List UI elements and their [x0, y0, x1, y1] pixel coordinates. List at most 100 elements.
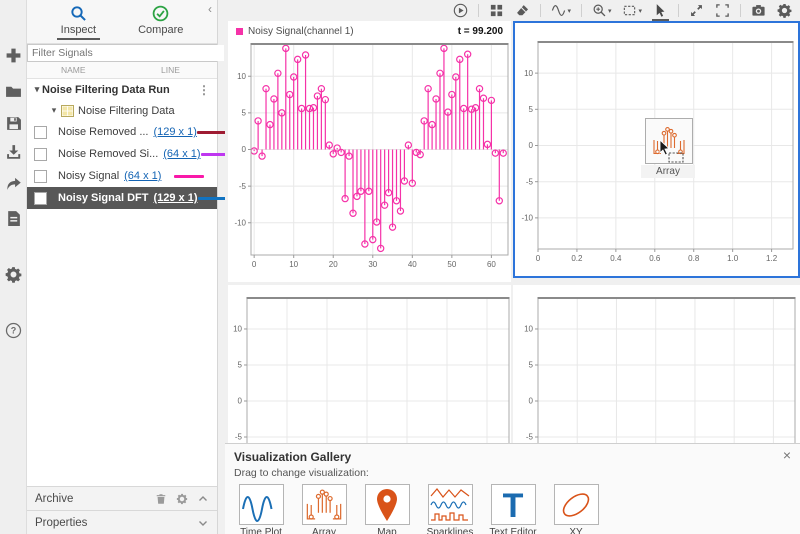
svg-text:0: 0: [529, 141, 534, 150]
filter-signals-input[interactable]: [28, 45, 224, 61]
gear-icon: [5, 266, 21, 283]
gear-icon[interactable]: [176, 493, 188, 505]
fullscreen-button[interactable]: [714, 2, 731, 20]
svg-text:10: 10: [289, 260, 298, 269]
signal-name: Noise Removed Si...: [58, 148, 159, 160]
time-plot-tile[interactable]: [238, 484, 284, 525]
expand-down-icon[interactable]: [197, 517, 209, 529]
cursor-tool-button[interactable]: [652, 3, 669, 21]
signal-dims-link[interactable]: (129 x 1): [153, 126, 196, 138]
gallery-subtitle: Drag to change visualization:: [234, 467, 369, 479]
chevron-down-icon: ▾: [607, 7, 612, 15]
subplot-noisy-signal[interactable]: Noisy Signal(channel 1) t = 99.200 -10 -5…: [228, 21, 511, 282]
expander-icon[interactable]: ▾: [32, 84, 42, 95]
open-button[interactable]: [3, 82, 23, 100]
column-line: LINE: [161, 65, 180, 75]
tab-inspect[interactable]: Inspect: [56, 5, 101, 43]
zoom-button[interactable]: ▾: [591, 2, 613, 20]
toolbar-separator: [580, 4, 582, 17]
svg-text:5: 5: [529, 361, 534, 370]
help-button[interactable]: ?: [3, 321, 23, 339]
svg-text:0: 0: [529, 397, 534, 406]
signal-dims-link[interactable]: (129 x 1): [153, 192, 197, 204]
svg-text:T: T: [503, 487, 524, 523]
expander-icon[interactable]: ▾: [49, 105, 59, 116]
cursor-icon: [656, 4, 665, 17]
collapse-panel-icon[interactable]: ‹: [208, 2, 212, 16]
svg-text:5: 5: [242, 109, 247, 118]
signal-dims-link[interactable]: (64 x 1): [124, 170, 161, 182]
gallery-item-text-editor: T Text Editor: [486, 484, 540, 534]
snapshot-button[interactable]: [750, 2, 767, 20]
column-name: NAME: [61, 65, 86, 75]
sparklines-tile[interactable]: [427, 484, 473, 525]
clear-plots-button[interactable]: [514, 2, 531, 20]
export-button[interactable]: [3, 175, 23, 193]
gallery-item-time-plot: Time Plot: [234, 484, 288, 534]
subplot-drop-target-selected[interactable]: -10 -5 0 5 10 0 0.2 0.4 0.6 0.8 1.0 1.2 Array: [513, 21, 800, 278]
svg-text:10: 10: [524, 325, 533, 334]
signal-dims-link[interactable]: (64 x 1): [163, 148, 200, 160]
map-tile[interactable]: [364, 484, 410, 525]
signal-display-button[interactable]: ▾: [550, 2, 572, 20]
svg-text:0: 0: [242, 145, 247, 154]
search-icon: [71, 6, 86, 21]
gallery-item-sparklines: Sparklines: [423, 484, 477, 534]
save-button[interactable]: [3, 114, 23, 132]
tab-compare-label: Compare: [138, 24, 184, 36]
report-button[interactable]: [3, 209, 23, 227]
sparklines-icon: [430, 487, 470, 521]
xy-icon: [562, 492, 590, 517]
collapse-up-icon[interactable]: [197, 493, 209, 505]
signal-tree-empty-area: [27, 209, 217, 486]
tile-label: Map: [377, 527, 397, 534]
import-button[interactable]: [3, 142, 23, 160]
tab-compare[interactable]: Compare: [134, 5, 187, 43]
svg-text:10: 10: [524, 69, 533, 78]
run-row[interactable]: ▾ Noise Filtering Data Run ⋮: [27, 79, 217, 100]
tile-label: Time Plot: [240, 527, 282, 534]
signal-row[interactable]: Noise Removed Si... (64 x 1): [27, 143, 231, 165]
layout-grid-button[interactable]: [488, 2, 505, 20]
preferences-button[interactable]: [3, 265, 23, 283]
xy-tile[interactable]: [553, 484, 599, 525]
plot-settings-button[interactable]: [776, 2, 793, 20]
group-row[interactable]: ▾ Noise Filtering Data: [27, 100, 217, 121]
legend-swatch: [236, 27, 243, 35]
array-tile[interactable]: [301, 484, 347, 525]
add-button[interactable]: [3, 46, 23, 64]
stem-chart[interactable]: -10 -5 0 5 10 0 10 20 30 40 50 60: [228, 41, 511, 281]
svg-text:0: 0: [536, 254, 541, 263]
sidebar-tabs: Inspect Compare ‹: [27, 0, 217, 44]
run-menu-icon[interactable]: ⋮: [198, 84, 210, 96]
signal-row[interactable]: Noisy Signal (64 x 1): [27, 165, 217, 187]
svg-text:0: 0: [252, 260, 257, 269]
text-editor-tile[interactable]: T: [490, 484, 536, 525]
help-icon: ?: [5, 322, 21, 338]
left-toolbar: ?: [0, 0, 27, 534]
svg-text:20: 20: [329, 260, 338, 269]
signal-checkbox[interactable]: [34, 125, 47, 139]
fit-to-view-button[interactable]: ▾: [621, 2, 643, 20]
chevron-down-icon: ▾: [638, 7, 642, 15]
signal-row-selected[interactable]: Noisy Signal DFT (129 x 1): [27, 187, 228, 209]
signal-row[interactable]: Noise Removed ... (129 x 1): [27, 121, 227, 143]
properties-bar[interactable]: Properties: [27, 510, 217, 534]
svg-text:-10: -10: [234, 218, 246, 227]
signal-checkbox[interactable]: [34, 191, 47, 205]
svg-text:-5: -5: [526, 433, 534, 442]
signal-table-header: NAME LINE: [27, 62, 217, 79]
trash-icon[interactable]: [155, 493, 167, 505]
close-icon[interactable]: ×: [783, 448, 791, 462]
expand-plot-button[interactable]: [688, 2, 705, 20]
archive-bar[interactable]: Archive: [27, 486, 217, 510]
signal-checkbox[interactable]: [34, 147, 47, 161]
matrix-icon: [61, 104, 74, 117]
run-button[interactable]: [452, 2, 469, 20]
signal-browser-panel: Inspect Compare ‹ NAME LINE ▾ Noise Filt…: [27, 0, 231, 534]
gallery-title: Visualization Gallery: [234, 450, 352, 464]
signal-checkbox[interactable]: [34, 169, 47, 183]
svg-text:-5: -5: [239, 182, 247, 191]
group-label: Noise Filtering Data: [78, 104, 175, 117]
svg-text:50: 50: [447, 260, 456, 269]
